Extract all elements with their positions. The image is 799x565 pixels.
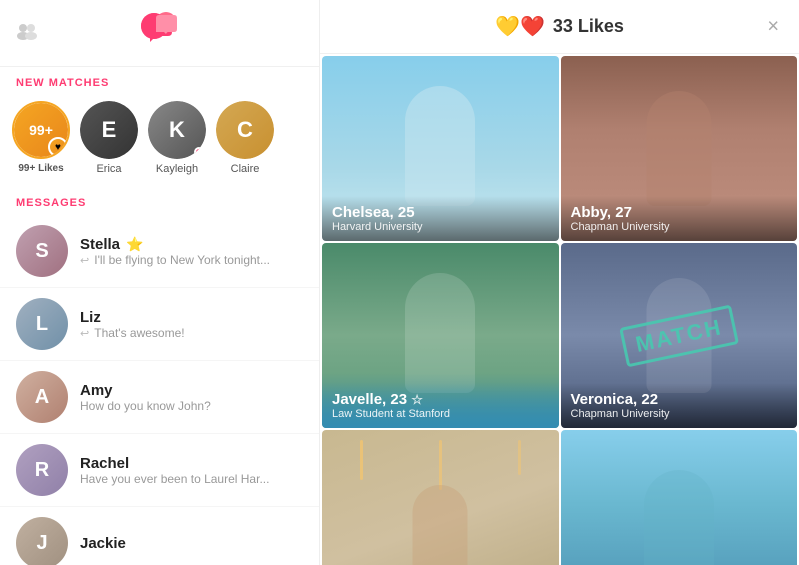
grid-card-chelsea[interactable]: Chelsea, 25 Harvard University: [322, 56, 559, 241]
card-name-abby: Abby, 27: [571, 204, 788, 221]
msg-name-stella: Stella: [80, 236, 120, 253]
match-avatar-kayleigh: K: [148, 101, 206, 159]
msg-info-liz: Liz ↩ That's awesome!: [80, 309, 303, 340]
match-item-likes[interactable]: 99+ ♥ 99+ Likes: [12, 101, 70, 174]
grid-card-javelle[interactable]: Javelle, 23 ☆ Law Student at Stanford: [322, 243, 559, 428]
app-logo: [140, 12, 180, 54]
match-item-claire[interactable]: C Claire: [216, 101, 274, 175]
match-avatar-claire: C: [216, 101, 274, 159]
msg-name-liz: Liz: [80, 309, 101, 326]
card-info-abby: Abby, 27 Chapman University: [561, 196, 798, 241]
message-item-stella[interactable]: S Stella ⭐ ↩ I'll be flying to New York …: [0, 215, 319, 288]
message-item-jackie[interactable]: J Jackie: [0, 507, 319, 565]
match-name-claire: Claire: [231, 163, 260, 175]
card-sub-veronica: Chapman University: [571, 408, 788, 420]
msg-avatar-liz: L: [16, 298, 68, 350]
online-indicator: [194, 147, 204, 157]
msg-avatar-stella: S: [16, 225, 68, 277]
msg-avatar-jackie: J: [16, 517, 68, 565]
msg-info-amy: Amy How do you know John?: [80, 382, 303, 413]
heart-fire-icon: 💛❤️: [495, 14, 545, 39]
msg-preview-rachel: Have you ever been to Laurel Har...: [80, 472, 303, 486]
likes-count-label: 99+ Likes: [18, 163, 63, 174]
likes-grid: Chelsea, 25 Harvard University Abby, 27 …: [320, 54, 799, 565]
star-icon-stella: ⭐: [126, 236, 143, 253]
likes-count-title: 33 Likes: [553, 16, 624, 37]
msg-avatar-amy: A: [16, 371, 68, 423]
card-info-javelle: Javelle, 23 ☆ Law Student at Stanford: [322, 383, 559, 428]
matches-row: 99+ ♥ 99+ Likes E Erica K Kayleigh C Cla…: [0, 95, 319, 187]
right-panel: 💛❤️ 33 Likes × Chelsea, 25 Harvard Unive…: [320, 0, 799, 565]
match-avatar-likes: 99+ ♥: [12, 101, 70, 159]
grid-card-abby[interactable]: Abby, 27 Chapman University: [561, 56, 798, 241]
msg-preview-liz: ↩ That's awesome!: [80, 326, 303, 340]
card-name-veronica: Veronica, 22: [571, 391, 788, 408]
people-icon[interactable]: [16, 22, 38, 45]
left-header: [0, 0, 319, 67]
likes-title: 💛❤️ 33 Likes: [495, 14, 624, 39]
card-sub-javelle: Law Student at Stanford: [332, 408, 549, 420]
grid-card-bottom-left[interactable]: [322, 430, 559, 565]
messages-label: MESSAGES: [0, 187, 319, 215]
star-outline-javelle: ☆: [411, 392, 423, 407]
msg-name-amy: Amy: [80, 382, 113, 399]
msg-name-rachel: Rachel: [80, 455, 129, 472]
close-button[interactable]: ×: [767, 15, 779, 38]
card-info-veronica: Veronica, 22 Chapman University: [561, 383, 798, 428]
card-info-chelsea: Chelsea, 25 Harvard University: [322, 196, 559, 241]
msg-avatar-rachel: R: [16, 444, 68, 496]
match-item-kayleigh[interactable]: K Kayleigh: [148, 101, 206, 175]
msg-info-jackie: Jackie: [80, 535, 303, 552]
message-item-rachel[interactable]: R Rachel Have you ever been to Laurel Ha…: [0, 434, 319, 507]
grid-card-veronica[interactable]: MATCH Veronica, 22 Chapman University: [561, 243, 798, 428]
msg-info-rachel: Rachel Have you ever been to Laurel Har.…: [80, 455, 303, 486]
card-name-javelle: Javelle, 23 ☆: [332, 391, 549, 408]
card-sub-chelsea: Harvard University: [332, 221, 549, 233]
card-sub-abby: Chapman University: [571, 221, 788, 233]
left-panel: NEW MATCHES 99+ ♥ 99+ Likes E Erica K Ka…: [0, 0, 320, 565]
message-item-amy[interactable]: A Amy How do you know John?: [0, 361, 319, 434]
grid-card-bottom-right[interactable]: [561, 430, 798, 565]
match-avatar-erica: E: [80, 101, 138, 159]
msg-preview-amy: How do you know John?: [80, 399, 303, 413]
messages-list: S Stella ⭐ ↩ I'll be flying to New York …: [0, 215, 319, 565]
reply-icon: ↩: [80, 255, 92, 267]
msg-preview-stella: ↩ I'll be flying to New York tonight...: [80, 253, 303, 267]
like-badge: ♥: [48, 137, 68, 157]
reply-icon-liz: ↩: [80, 328, 92, 340]
message-item-liz[interactable]: L Liz ↩ That's awesome!: [0, 288, 319, 361]
right-header: 💛❤️ 33 Likes ×: [320, 0, 799, 54]
match-name-kayleigh: Kayleigh: [156, 163, 198, 175]
match-item-erica[interactable]: E Erica: [80, 101, 138, 175]
card-name-chelsea: Chelsea, 25: [332, 204, 549, 221]
msg-info-stella: Stella ⭐ ↩ I'll be flying to New York to…: [80, 236, 303, 267]
msg-name-jackie: Jackie: [80, 535, 126, 552]
new-matches-label: NEW MATCHES: [0, 67, 319, 95]
match-name-erica: Erica: [96, 163, 121, 175]
